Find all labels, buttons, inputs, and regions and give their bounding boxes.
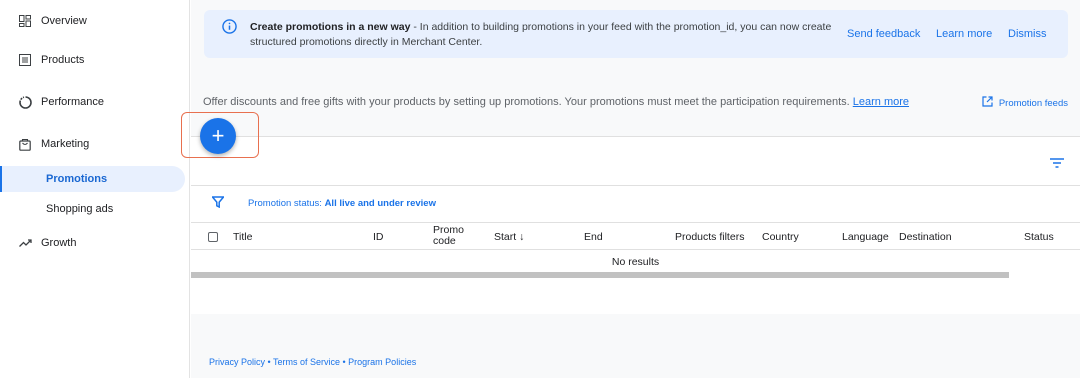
- status-filter-value: All live and under review: [324, 198, 436, 209]
- nav-marketing[interactable]: Marketing: [0, 131, 89, 157]
- promotion-feeds-label: Promotion feeds: [998, 97, 1068, 109]
- nav-overview[interactable]: Overview: [0, 8, 87, 34]
- divider: [191, 185, 1080, 186]
- status-filter-text: Promotion status: All live and under rev…: [248, 198, 436, 209]
- info-banner: Create promotions in a new way - In addi…: [204, 10, 1068, 58]
- empty-state: No results: [611, 256, 660, 268]
- footer-links[interactable]: Privacy Policy • Terms of Service • Prog…: [209, 357, 416, 367]
- send-feedback-link[interactable]: Send feedback: [847, 28, 920, 40]
- status-filter-chip[interactable]: Promotion status: All live and under rev…: [191, 194, 1080, 216]
- nav-growth-label: Growth: [41, 237, 77, 249]
- info-icon: [222, 19, 237, 39]
- nav-performance[interactable]: Performance: [0, 89, 104, 115]
- nav-promotions-label: Promotions: [46, 173, 108, 185]
- col-start[interactable]: Start ↓: [494, 231, 524, 243]
- col-title[interactable]: Title: [233, 231, 252, 243]
- nav-overview-label: Overview: [41, 15, 87, 27]
- learn-more-link[interactable]: Learn more: [936, 28, 992, 40]
- col-promo-code-line2: code: [433, 235, 456, 247]
- main-content: Create promotions in a new way - In addi…: [191, 0, 1080, 378]
- col-id[interactable]: ID: [373, 231, 384, 243]
- intro-text: Offer discounts and free gifts with your…: [203, 96, 909, 108]
- status-filter-label: Promotion status:: [248, 198, 325, 209]
- col-end[interactable]: End: [584, 231, 603, 243]
- col-products-filters[interactable]: Products filters: [675, 231, 744, 243]
- nav-products[interactable]: Products: [0, 47, 84, 73]
- nav-growth[interactable]: Growth: [0, 230, 76, 256]
- col-language[interactable]: Language: [842, 231, 889, 243]
- promotions-table-card: Promotion status: All live and under rev…: [191, 136, 1080, 314]
- col-promo-code[interactable]: Promo code: [433, 225, 464, 247]
- trending-up-icon: [18, 236, 32, 250]
- nav-shopping-ads-label: Shopping ads: [46, 203, 114, 215]
- filter-list-icon[interactable]: [1050, 155, 1064, 173]
- circle-progress-icon: [18, 95, 32, 109]
- nav-performance-label: Performance: [41, 96, 104, 108]
- promotion-feeds-link[interactable]: Promotion feeds: [982, 96, 1068, 110]
- banner-message: Create promotions in a new way - In addi…: [250, 20, 840, 50]
- add-promotion-button[interactable]: +: [200, 118, 236, 154]
- select-all-checkbox[interactable]: [208, 232, 218, 242]
- nav-products-label: Products: [41, 54, 85, 66]
- list-icon: [18, 53, 32, 67]
- shopping-bag-icon: [18, 137, 32, 151]
- active-indicator: [0, 166, 2, 192]
- table-header: Title ID Promo code Start ↓ End Products …: [191, 222, 1080, 250]
- nav-marketing-label: Marketing: [41, 138, 90, 150]
- intro-body: Offer discounts and free gifts with your…: [203, 96, 853, 108]
- nav-promotions[interactable]: Promotions: [0, 166, 185, 192]
- funnel-icon: [210, 196, 226, 211]
- open-in-new-icon: [982, 96, 993, 110]
- nav-shopping-ads[interactable]: Shopping ads: [0, 196, 185, 222]
- col-status[interactable]: Status: [1024, 231, 1054, 243]
- horizontal-scrollbar[interactable]: [191, 272, 1009, 278]
- col-country[interactable]: Country: [762, 231, 799, 243]
- dismiss-button[interactable]: Dismiss: [1008, 28, 1047, 40]
- intro-learn-more-link[interactable]: Learn more: [853, 96, 909, 108]
- sidebar: Overview Products Performance Marketing …: [0, 0, 190, 378]
- banner-title: Create promotions in a new way: [250, 21, 411, 33]
- col-destination[interactable]: Destination: [899, 231, 952, 243]
- dashboard-icon: [18, 14, 32, 28]
